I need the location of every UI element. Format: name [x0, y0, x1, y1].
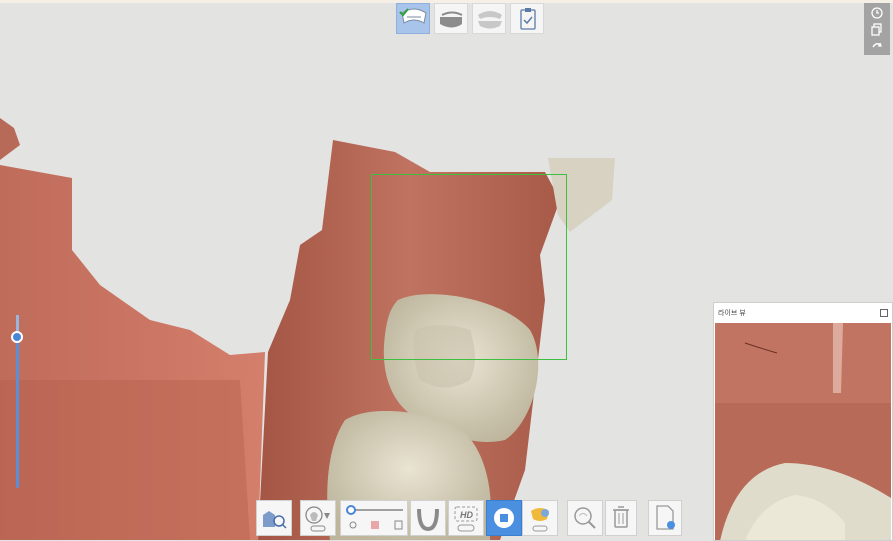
live-view-panel: 라이브 뷰: [713, 302, 893, 541]
side-tool-panel: [864, 3, 890, 55]
ai-tooth-icon: [531, 508, 549, 532]
export-button[interactable]: [648, 500, 682, 536]
hd-mode-button[interactable]: HD: [448, 500, 484, 536]
live-camera-feed: [715, 323, 891, 540]
live-view-title: 라이브 뷰: [718, 310, 746, 317]
tab-review[interactable]: [510, 3, 544, 34]
delete-button[interactable]: [605, 500, 637, 536]
copy-icon[interactable]: [870, 22, 884, 36]
scan-stage-tabs: [396, 3, 544, 35]
left-gum-edge: [0, 118, 20, 160]
bite-icon: [478, 11, 502, 29]
scan-person-icon: [263, 511, 287, 529]
left-gum-shadow: [0, 380, 250, 540]
stop-icon: [494, 508, 514, 528]
arch-icon: [417, 508, 439, 532]
hd-icon: HD: [454, 506, 478, 532]
pin-icon[interactable]: [880, 309, 888, 317]
svg-text:HD: HD: [460, 510, 473, 520]
tab-lower-jaw[interactable]: [434, 3, 468, 34]
tab-upper-jaw[interactable]: [396, 3, 430, 34]
trash-icon: [613, 506, 629, 528]
scan-mode-button[interactable]: [256, 500, 292, 536]
brightness-slider-thumb[interactable]: [11, 331, 23, 343]
arch-view-button[interactable]: [410, 500, 446, 536]
stop-scan-button[interactable]: [486, 500, 522, 536]
check-icon: [399, 8, 409, 17]
zoom-3d-button[interactable]: [567, 500, 603, 536]
zoom-3d-icon: [574, 507, 596, 529]
file-export-icon: [656, 505, 675, 530]
slider-icon: [349, 520, 403, 530]
filter-settings-button[interactable]: [300, 500, 336, 536]
live-view-header: 라이브 뷰: [714, 303, 892, 323]
lower-jaw-icon: [440, 11, 463, 28]
scan-region-box: [371, 174, 567, 360]
tab-bite[interactable]: [472, 3, 506, 34]
history-icon[interactable]: [870, 6, 884, 20]
checklist-icon: [520, 8, 536, 30]
tooth-filter-icon: [305, 506, 330, 532]
brush-size-slider[interactable]: [340, 500, 408, 536]
undo-icon[interactable]: [870, 38, 884, 52]
ai-scan-button[interactable]: [522, 500, 558, 536]
